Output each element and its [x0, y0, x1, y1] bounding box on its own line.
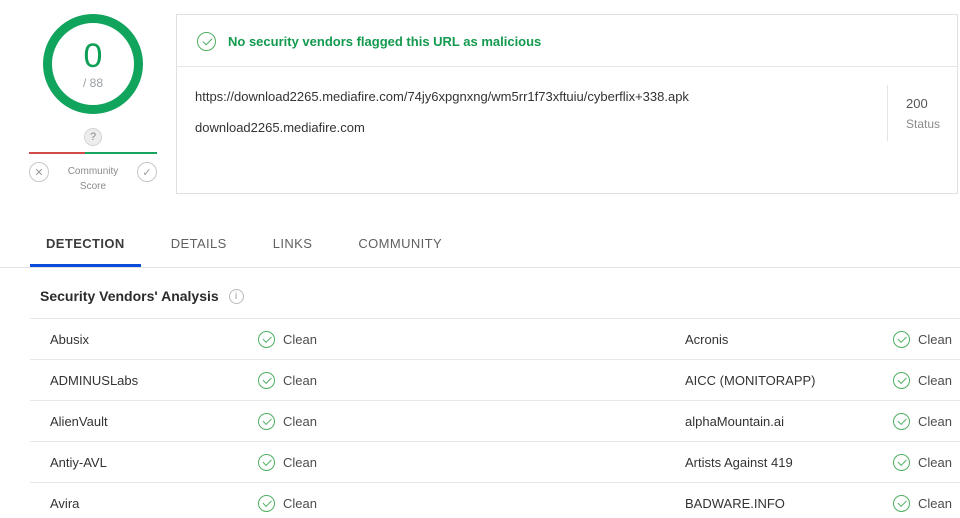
- vendor-result: Clean: [893, 494, 960, 512]
- result-label: Clean: [918, 454, 952, 470]
- vendor-name: AICC (MONITORAPP): [685, 372, 816, 388]
- vendor-name: Antiy-AVL: [50, 454, 107, 470]
- vote-down-icon[interactable]: ✕: [29, 162, 49, 182]
- http-status-label: Status: [906, 116, 941, 131]
- virustotal-url-report: 0 / 88 ? ✕ Community Score ✓ No security…: [0, 0, 960, 518]
- vendor-result: Clean: [258, 494, 685, 512]
- table-row: Abusix Clean Acronis Clean: [30, 319, 960, 360]
- result-label: Clean: [283, 495, 317, 511]
- question-badge[interactable]: ?: [84, 128, 102, 146]
- vendor-name: Artists Against 419: [685, 454, 793, 470]
- result-label: Clean: [283, 454, 317, 470]
- result-label: Clean: [918, 372, 952, 388]
- detection-score-widget: 0 / 88 ? ✕ Community Score ✓: [28, 14, 158, 194]
- vendor-result: Clean: [893, 412, 960, 430]
- vendor-name: AlienVault: [50, 413, 108, 429]
- http-status-code: 200: [906, 95, 928, 111]
- clean-check-icon: [258, 494, 275, 512]
- analysis-title: Security Vendors' Analysis: [40, 288, 219, 304]
- community-score-label: Community Score: [68, 164, 119, 194]
- tab-detection[interactable]: DETECTION: [30, 224, 141, 267]
- tab-details[interactable]: DETAILS: [155, 224, 243, 267]
- community-vote-row: ✕ Community Score ✓: [29, 162, 157, 194]
- clean-check-icon: [258, 371, 275, 389]
- clean-check-icon: [893, 371, 910, 389]
- clean-check-icon: [197, 32, 216, 51]
- clean-check-icon: [893, 412, 910, 430]
- url-texts: https://download2265.mediafire.com/74jy6…: [177, 67, 887, 159]
- analysis-header: Security Vendors' Analysis i: [0, 268, 960, 318]
- tab-links[interactable]: LINKS: [257, 224, 329, 267]
- vendor-result: Clean: [893, 453, 960, 471]
- score-value: 0: [83, 36, 103, 75]
- result-label: Clean: [918, 413, 952, 429]
- vendor-name: alphaMountain.ai: [685, 413, 785, 429]
- vendor-name: Abusix: [50, 331, 90, 347]
- vendor-name: Acronis: [685, 331, 729, 347]
- scanned-url[interactable]: https://download2265.mediafire.com/74jy6…: [195, 89, 867, 104]
- result-label: Clean: [283, 331, 317, 347]
- http-status-box: 200 Status: [887, 85, 957, 141]
- community-label-line1: Community: [67, 166, 119, 177]
- clean-check-icon: [258, 453, 275, 471]
- community-score-bar: [29, 152, 157, 154]
- vendor-name: BADWARE.INFO: [685, 495, 785, 511]
- bar-negative-segment: [29, 152, 86, 154]
- scanned-domain[interactable]: download2265.mediafire.com: [195, 120, 867, 135]
- vendor-result: Clean: [893, 330, 960, 348]
- vendor-name: ADMINUSLabs: [50, 372, 139, 388]
- flag-status-row: No security vendors flagged this URL as …: [177, 15, 957, 67]
- clean-check-icon: [258, 330, 275, 348]
- vote-up-icon[interactable]: ✓: [136, 162, 157, 182]
- table-row: Avira Clean BADWARE.INFO Clean: [30, 483, 960, 518]
- result-label: Clean: [918, 331, 952, 347]
- result-label: Clean: [918, 495, 952, 511]
- vendor-name: Avira: [50, 495, 80, 511]
- vendor-result: Clean: [258, 453, 685, 471]
- bar-positive-segment: [85, 152, 157, 154]
- summary-card: No security vendors flagged this URL as …: [176, 14, 958, 194]
- community-label-line2: Score: [79, 181, 107, 192]
- tab-community[interactable]: COMMUNITY: [342, 224, 458, 267]
- url-block: https://download2265.mediafire.com/74jy6…: [177, 67, 957, 159]
- vendor-analysis-table: Abusix Clean Acronis Clean ADMINUSLabs C…: [30, 318, 960, 518]
- report-tabs: DETECTION DETAILS LINKS COMMUNITY: [0, 224, 960, 268]
- clean-check-icon: [893, 494, 910, 512]
- report-header: 0 / 88 ? ✕ Community Score ✓ No security…: [0, 0, 960, 194]
- score-total: / 88: [82, 75, 103, 90]
- clean-check-icon: [893, 453, 910, 471]
- info-icon[interactable]: i: [228, 288, 244, 304]
- table-row: ADMINUSLabs Clean AICC (MONITORAPP) Clea…: [30, 360, 960, 401]
- vendor-result: Clean: [258, 330, 685, 348]
- clean-check-icon: [258, 412, 275, 430]
- table-row: Antiy-AVL Clean Artists Against 419 Clea…: [30, 442, 960, 483]
- result-label: Clean: [283, 413, 317, 429]
- vendor-result: Clean: [258, 371, 685, 389]
- score-donut: 0 / 88: [43, 14, 143, 114]
- vendor-result: Clean: [893, 371, 960, 389]
- flag-message: No security vendors flagged this URL as …: [228, 34, 542, 49]
- vendor-result: Clean: [258, 412, 685, 430]
- result-label: Clean: [283, 372, 317, 388]
- clean-check-icon: [893, 330, 910, 348]
- table-row: AlienVault Clean alphaMountain.ai Clean: [30, 401, 960, 442]
